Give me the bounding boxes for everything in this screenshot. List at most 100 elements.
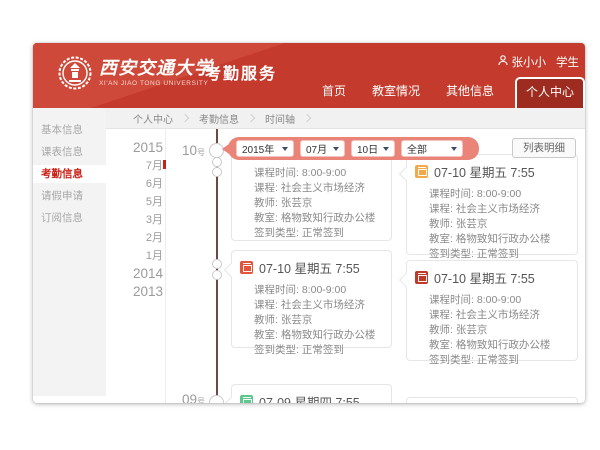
card-fields: 课程时间: 8:00-9:00课程: 社会主义市场经济教师: 张芸京教室: 格物…: [232, 277, 391, 358]
field-value: 格物致知行政办公楼: [281, 212, 376, 224]
field-value: 格物致知行政办公楼: [281, 329, 376, 341]
field-label: 课程:: [429, 309, 456, 321]
nav-tab-item[interactable]: 其他信息: [433, 76, 507, 108]
attendance-card: 07-09 星期四 7:55: [231, 384, 392, 403]
chevron-down-icon: [333, 147, 339, 151]
field-label: 课程:: [254, 299, 281, 311]
sidebar-item[interactable]: 订阅信息: [33, 209, 106, 227]
card-fields: 课程时间: 8:00-9:00 课程: 社会主义市场经济教师: 张芸京教室: 格物…: [407, 181, 577, 262]
type-dropdown[interactable]: 全部: [401, 140, 463, 157]
card-field-row: 课程: 社会主义市场经济: [429, 202, 569, 217]
field-label: 课程时间:: [429, 188, 477, 200]
sidebar-item[interactable]: 考勤信息: [33, 165, 106, 183]
card-header: 07-10 星期五 7:55: [232, 251, 391, 277]
timeline-node[interactable]: [212, 270, 222, 280]
attendance-card: 07-10 星期五 7:55 课程时间: 8:00-9:00 课程: 社会主义市场经…: [406, 260, 578, 361]
attendance-record-icon: [415, 271, 428, 284]
breadcrumb-separator-icon: [181, 114, 189, 122]
card-field-row: 签到类型: 正常签到: [254, 343, 383, 358]
axis-label-month[interactable]: 5月: [120, 193, 163, 211]
field-value: 社会主义市场经济: [456, 309, 540, 321]
card-header: 07-10 星期五 7:55: [407, 261, 577, 287]
field-value: 社会主义市场经济: [456, 203, 540, 215]
axis-label-year[interactable]: 2014: [120, 265, 163, 283]
field-value: 8:00-9:00: [477, 294, 521, 306]
attendance-record-icon: [240, 395, 253, 403]
timeline-node[interactable]: [212, 167, 222, 177]
card-field-row: 签到类型: 正常签到: [429, 353, 569, 368]
breadcrumb-item[interactable]: 考勤信息: [199, 111, 239, 126]
axis-label-year[interactable]: 2015: [120, 139, 163, 157]
field-label: 课程时间:: [254, 167, 302, 179]
card-field-row: 课程: 社会主义市场经济: [254, 298, 383, 313]
field-value: 格物致知行政办公楼: [456, 339, 551, 351]
axis-label-month[interactable]: 7月: [120, 157, 163, 175]
timeline-node[interactable]: [212, 157, 222, 167]
field-label: 教室:: [429, 233, 456, 245]
nav-tab-active[interactable]: 个人中心: [515, 77, 585, 108]
card-header: 07-09 星期四 7:55: [232, 385, 391, 403]
month-dropdown[interactable]: 07月: [300, 140, 345, 157]
app-header: 西安交通大学 XI'AN JIAO TONG UNIVERSITY 考勤服务 张…: [33, 43, 585, 108]
university-name-cn: 西安交通大学: [99, 54, 213, 80]
field-label: 课程:: [254, 182, 281, 194]
field-label: 签到类型:: [254, 344, 302, 356]
card-field-row: 课程: 社会主义市场经济: [429, 308, 569, 323]
card-field-row: 教师: 张芸京: [254, 313, 383, 328]
year-dropdown-value: 2015年: [242, 141, 274, 156]
card-field-row: 教师: 张芸京: [429, 217, 569, 232]
person-icon: [498, 55, 508, 69]
field-value: 正常签到: [477, 248, 519, 260]
axis-label-year[interactable]: 2013: [120, 283, 163, 301]
university-name-en: XI'AN JIAO TONG UNIVERSITY: [99, 80, 208, 87]
user-name: 张小小: [512, 54, 547, 70]
field-label: 教室:: [429, 339, 456, 351]
card-field-row: 课程: 社会主义市场经济: [254, 181, 383, 196]
axis-label-month[interactable]: 2月: [120, 229, 163, 247]
card-field-row: 教室: 格物致知行政办公楼: [429, 338, 569, 353]
list-detail-button[interactable]: 列表明细: [512, 138, 576, 158]
axis-label-month[interactable]: 6月: [120, 175, 163, 193]
card-field-row: 课程时间: 8:00-9:00: [254, 283, 383, 298]
year-dropdown[interactable]: 2015年: [236, 140, 294, 157]
day-marker-09[interactable]: 09号: [182, 391, 205, 403]
sidebar-item[interactable]: 课表信息: [33, 143, 106, 161]
field-value: 8:00-9:00: [477, 188, 521, 200]
type-dropdown-value: 全部: [407, 141, 427, 156]
day-dropdown[interactable]: 10日: [351, 140, 395, 157]
field-label: 签到类型:: [254, 227, 302, 239]
attendance-card: 07-10 星期五 7:55 课程时间: 8:00-9:00课程: 社会主义市场经…: [231, 250, 392, 348]
breadcrumb-item[interactable]: 时间轴: [265, 111, 295, 126]
field-label: 签到类型:: [429, 248, 477, 260]
card-fields: 课程时间: 8:00-9:00课程: 社会主义市场经济教师: 张芸京教室: 格物…: [407, 287, 577, 368]
field-value: 张芸京: [281, 314, 313, 326]
nav-tab-item[interactable]: 教室情况: [359, 76, 433, 108]
card-field-row: 教室: 格物致知行政办公楼: [254, 328, 383, 343]
card-field-row: 教师: 张芸京: [429, 323, 569, 338]
sidebar-item[interactable]: 请假申请: [33, 187, 106, 205]
field-value: 正常签到: [302, 227, 344, 239]
field-label: 课程时间:: [429, 294, 477, 306]
field-value: 社会主义市场经济: [281, 299, 365, 311]
day-marker-10[interactable]: 10号: [182, 142, 205, 160]
field-value: 格物致知行政办公楼: [456, 233, 551, 245]
axis-label-month[interactable]: 1月: [120, 247, 163, 265]
nav-tab-item[interactable]: 首页: [309, 76, 359, 108]
timeline-node[interactable]: [209, 395, 224, 403]
card-header-text: 07-09 星期四 7:55: [259, 392, 360, 403]
breadcrumb-item[interactable]: 个人中心: [133, 111, 173, 126]
axis-label-month[interactable]: 3月: [120, 211, 163, 229]
attendance-record-icon: [240, 261, 253, 274]
user-info[interactable]: 张小小 学生: [498, 54, 580, 70]
axis-divider: [165, 129, 166, 403]
field-label: 教师:: [254, 197, 281, 209]
card-field-row: 签到类型: 正常签到: [254, 226, 383, 241]
field-label: 教师:: [254, 314, 281, 326]
breadcrumb: 个人中心 考勤信息 时间轴: [106, 108, 585, 129]
sidebar-item[interactable]: 基本信息: [33, 121, 106, 139]
field-value: 社会主义市场经济: [281, 182, 365, 194]
service-title: 考勤服务: [205, 60, 277, 84]
timeline-node[interactable]: [212, 259, 222, 269]
chevron-down-icon: [451, 147, 457, 151]
breadcrumb-separator-icon: [247, 114, 255, 122]
